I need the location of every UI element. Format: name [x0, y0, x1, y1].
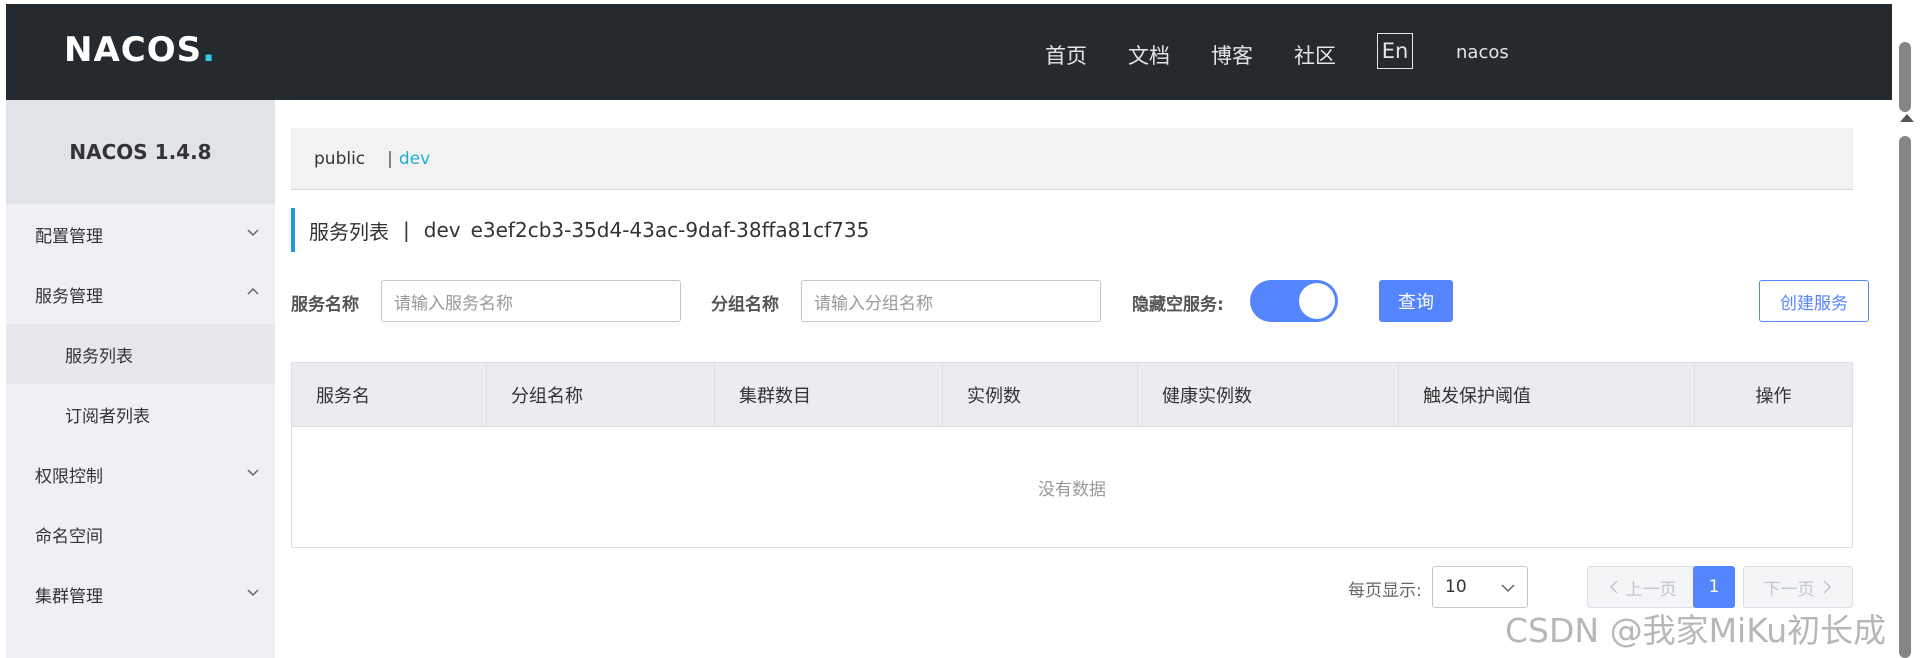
col-group-name: 分组名称: [487, 363, 715, 426]
nav-home[interactable]: 首页: [1045, 40, 1087, 70]
sidebar-item-label: 订阅者列表: [65, 406, 150, 427]
sidebar-item-service-management[interactable]: 服务管理: [6, 264, 275, 324]
scrollbar-thumb[interactable]: [1899, 136, 1911, 658]
sidebar-item-label: 权限控制: [35, 466, 103, 487]
col-healthy-count: 健康实例数: [1138, 363, 1399, 426]
prev-page-label: 上一页: [1625, 579, 1677, 600]
sidebar-item-namespace[interactable]: 命名空间: [6, 504, 275, 564]
chevron-down-icon: [1501, 584, 1515, 593]
col-instance-count: 实例数: [943, 363, 1138, 426]
query-button[interactable]: 查询: [1379, 280, 1453, 322]
chevron-left-icon: [1609, 580, 1618, 594]
toggle-knob: [1299, 283, 1335, 319]
create-service-button[interactable]: 创建服务: [1759, 280, 1869, 322]
top-header: NACOS. 首页 文档 博客 社区 En nacos: [6, 4, 1892, 100]
hide-empty-toggle[interactable]: [1250, 280, 1338, 322]
sidebar: NACOS 1.4.8 配置管理 服务管理 服务列表 订阅者列表 权限控制 命名…: [6, 100, 275, 658]
group-name-label: 分组名称: [711, 295, 779, 315]
language-switch-button[interactable]: En: [1377, 33, 1413, 69]
sidebar-item-label: 服务列表: [65, 346, 133, 367]
title-separator: |: [403, 218, 410, 242]
namespace-id: e3ef2cb3-35d4-43ac-9daf-38ffa81cf735: [470, 218, 870, 242]
namespace-dev[interactable]: dev: [399, 149, 430, 169]
chevron-down-icon: [247, 229, 259, 237]
service-name-input[interactable]: 请输入服务名称: [381, 280, 681, 322]
nav-blog[interactable]: 博客: [1211, 40, 1253, 70]
page-title-text: 服务列表: [309, 219, 389, 244]
col-cluster-count: 集群数目: [715, 363, 943, 426]
service-name-label: 服务名称: [291, 295, 359, 315]
page-size-select[interactable]: 10: [1432, 566, 1528, 608]
watermark: CSDN @我家MiKu初长成: [1505, 611, 1887, 650]
empty-state: 没有数据: [1038, 479, 1106, 500]
service-table: 服务名 分组名称 集群数目 实例数 健康实例数 触发保护阈值 操作 没有数据: [291, 362, 1853, 548]
nav-community[interactable]: 社区: [1294, 40, 1336, 70]
sidebar-item-access-control[interactable]: 权限控制: [6, 444, 275, 504]
sidebar-item-label: 配置管理: [35, 226, 103, 247]
user-menu[interactable]: nacos: [1456, 42, 1509, 63]
page-number-current[interactable]: 1: [1693, 566, 1735, 608]
next-page-label: 下一页: [1763, 579, 1815, 600]
chevron-up-icon: [247, 287, 259, 295]
chevron-right-icon: [1822, 580, 1831, 594]
chevron-down-icon: [247, 589, 259, 597]
group-name-input[interactable]: 请输入分组名称: [801, 280, 1101, 322]
scrollbar[interactable]: [1892, 32, 1920, 658]
sidebar-title: NACOS 1.4.8: [6, 100, 275, 204]
next-page-button[interactable]: 下一页: [1743, 566, 1853, 608]
nacos-logo[interactable]: NACOS.: [64, 30, 216, 70]
sidebar-item-label: 服务管理: [35, 286, 103, 307]
sidebar-item-cluster-management[interactable]: 集群管理: [6, 564, 275, 624]
page-title: 服务列表 | dev e3ef2cb3-35d4-43ac-9daf-38ffa…: [291, 208, 869, 252]
col-actions: 操作: [1755, 385, 1792, 407]
scroll-up-arrow-icon[interactable]: [1900, 114, 1914, 122]
namespace-separator: |: [387, 148, 393, 169]
page-size-label: 每页显示:: [1348, 581, 1422, 601]
sidebar-item-label: 命名空间: [35, 526, 103, 547]
app-window: NACOS. 首页 文档 博客 社区 En nacos NACOS 1.4.8 …: [6, 4, 1892, 658]
namespace-name: dev: [423, 218, 461, 242]
main-content: public | dev 服务列表 | dev e3ef2cb3-35d4-43…: [275, 100, 1892, 658]
sidebar-item-label: 集群管理: [35, 586, 103, 607]
col-protect-threshold: 触发保护阈值: [1399, 363, 1695, 426]
sidebar-item-config-management[interactable]: 配置管理: [6, 204, 275, 264]
nav-docs[interactable]: 文档: [1128, 40, 1170, 70]
col-service-name: 服务名: [292, 363, 487, 426]
namespace-public[interactable]: public: [314, 149, 365, 169]
sidebar-item-subscriber-list[interactable]: 订阅者列表: [6, 384, 275, 444]
prev-page-button[interactable]: 上一页: [1587, 566, 1697, 608]
page-size-value: 10: [1445, 577, 1467, 597]
search-form: 服务名称 请输入服务名称 分组名称 请输入分组名称 隐藏空服务: 查询 创建服务: [291, 280, 1869, 322]
chevron-down-icon: [247, 469, 259, 477]
table-header: 服务名 分组名称 集群数目 实例数 健康实例数 触发保护阈值 操作: [292, 363, 1852, 427]
pagination: 每页显示: 10 上一页 1 下一页: [291, 566, 1853, 608]
sidebar-item-service-list[interactable]: 服务列表: [6, 324, 275, 384]
scrollbar-thumb-top[interactable]: [1899, 42, 1911, 112]
hide-empty-label: 隐藏空服务:: [1132, 295, 1224, 315]
namespace-bar: public | dev: [291, 128, 1853, 190]
